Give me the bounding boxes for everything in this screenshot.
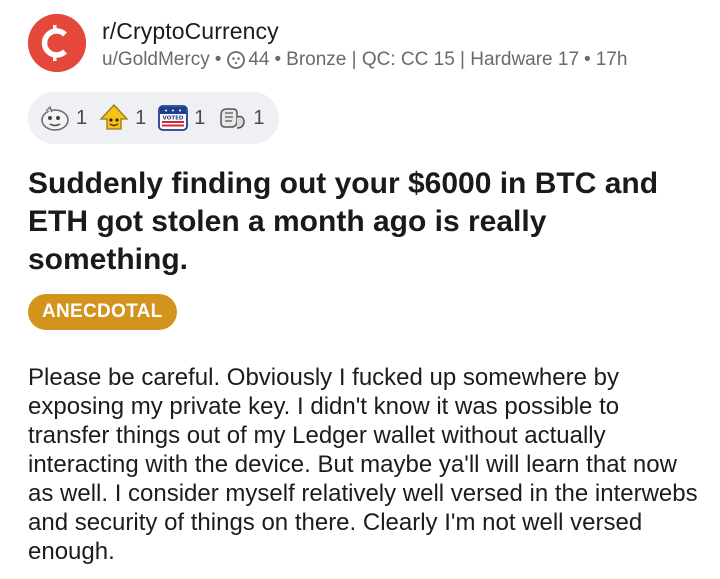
subreddit-name[interactable]: r/CryptoCurrency (102, 16, 627, 46)
award-fist-bump[interactable]: 1 (215, 101, 265, 135)
post-meta: u/GoldMercy • 44 • Bronze | QC: CC 15 | … (102, 46, 627, 74)
separator-dot: • (214, 49, 222, 70)
separator-dot: • (584, 49, 591, 70)
helpful-award-icon (38, 101, 72, 135)
cryptocurrency-logo-icon[interactable] (28, 14, 86, 72)
user-flair: Bronze | QC: CC 15 | Hardware 17 (286, 49, 580, 70)
wholesome-award-icon (97, 101, 131, 135)
award-count: 1 (76, 106, 88, 129)
i-voted-award-icon: VOTED (156, 101, 190, 135)
post-header: r/CryptoCurrency u/GoldMercy • 44 • Bron… (28, 14, 627, 74)
post-title[interactable]: Suddenly finding out your $6000 in BTC a… (28, 165, 688, 279)
post-card: r/CryptoCurrency u/GoldMercy • 44 • Bron… (0, 0, 720, 579)
user-karma: 44 (248, 49, 270, 70)
post-flair-badge[interactable]: ANECDOTAL (28, 294, 177, 330)
username[interactable]: u/GoldMercy (102, 46, 210, 74)
award-count: 1 (253, 106, 265, 129)
awards-bar[interactable]: 1 1 VOTED 1 1 (28, 92, 279, 144)
header-text: r/CryptoCurrency u/GoldMercy • 44 • Bron… (102, 14, 627, 74)
svg-text:VOTED: VOTED (163, 116, 184, 122)
post-time: 17h (595, 49, 628, 70)
post-body: Please be careful. Obviously I fucked up… (28, 364, 698, 565)
fist-bump-award-icon (215, 101, 249, 135)
award-count: 1 (194, 106, 206, 129)
separator-dot: • (274, 49, 282, 70)
moon-token-icon (226, 50, 246, 70)
award-wholesome[interactable]: 1 (97, 101, 146, 135)
award-helpful[interactable]: 1 (38, 101, 87, 135)
award-i-voted[interactable]: VOTED 1 (156, 101, 205, 135)
award-count: 1 (135, 106, 147, 129)
